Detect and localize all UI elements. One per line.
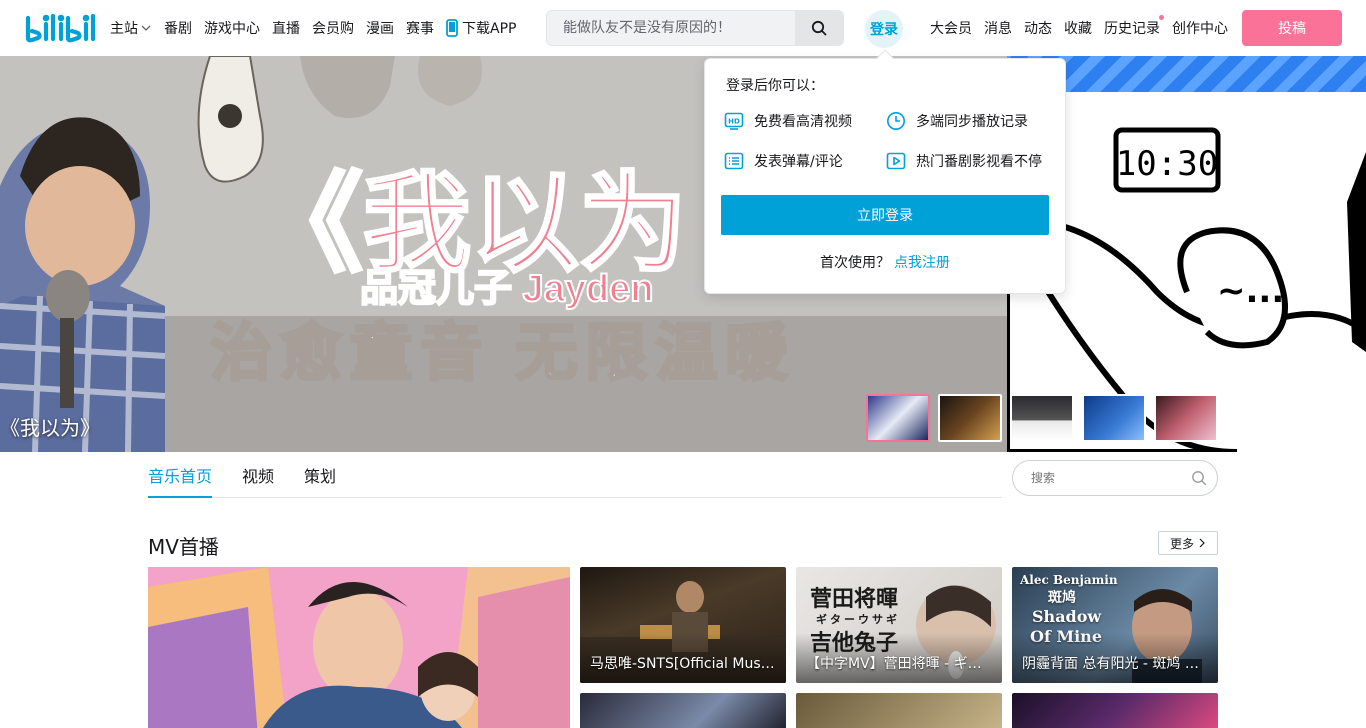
svg-text:HD: HD <box>728 118 740 126</box>
nav-item-game-center[interactable]: 游戏中心 <box>204 18 260 38</box>
nav-item-dynamics[interactable]: 动态 <box>1024 18 1052 38</box>
banner-thumbnails <box>866 394 1226 442</box>
mv-card-overlay-song-line1: Shadow <box>1032 607 1102 626</box>
tab-planning[interactable]: 策划 <box>304 463 336 497</box>
section-title-mv: MV首播 <box>148 535 219 559</box>
search-button[interactable] <box>795 11 843 45</box>
banner-carousel[interactable]: 《我以为 品冠儿子 Jayden 治愈童音 无限温暖 《我以为》 10:30 ~… <box>0 56 1366 452</box>
feature-hot-shows: 热门番剧影视看不停 <box>886 151 1042 171</box>
tab-video[interactable]: 视频 <box>242 463 274 497</box>
mv-card[interactable] <box>580 693 786 728</box>
banner-thumb-2[interactable] <box>938 394 1002 442</box>
phone-icon <box>446 19 458 37</box>
banner-title[interactable]: 《我以为》 <box>0 412 100 441</box>
feature-label: 多端同步播放记录 <box>916 114 1028 130</box>
nav-item-creator-center[interactable]: 创作中心 <box>1172 18 1228 38</box>
banner-thumb-5[interactable] <box>1154 394 1218 442</box>
search-icon[interactable] <box>1191 470 1207 486</box>
nav-item-favorites[interactable]: 收藏 <box>1064 18 1092 38</box>
register-prompt-text: 首次使用？ <box>820 255 890 271</box>
popover-title: 登录后你可以： <box>726 78 824 94</box>
search-box <box>546 10 844 46</box>
nav-item-esports[interactable]: 赛事 <box>406 18 434 38</box>
play-icon <box>886 152 906 170</box>
nav-item-live[interactable]: 直播 <box>272 18 300 38</box>
search-input[interactable] <box>547 11 797 45</box>
feature-label: 发表弹幕/评论 <box>754 154 843 170</box>
banner-thumb-3[interactable] <box>1010 394 1074 442</box>
speech-bubble-text: ~... <box>1217 271 1284 311</box>
banner-artwork-title: 《我以为 <box>255 163 687 284</box>
mv-card-title[interactable]: 阴霾背面 总有阳光 - 斑鸠 Alec Benjamin <box>1012 633 1218 683</box>
hd-icon: HD <box>724 112 744 130</box>
banner-artwork-tagline: 治愈童音 无限温暖 <box>210 319 795 388</box>
mv-card-overlay-artist-cn: 斑鸠 <box>1048 590 1076 606</box>
user-nav: 大会员 消息 动态 收藏 历史记录 创作中心 <box>930 0 1240 56</box>
nav-item-vip[interactable]: 大会员 <box>930 18 972 38</box>
nav-item-mall[interactable]: 会员购 <box>312 18 354 38</box>
mv-card-title[interactable]: 【中字MV】菅田将暉 - ギターウサギ <box>796 633 1002 683</box>
upload-button[interactable]: 投稿 <box>1242 10 1342 46</box>
mv-card-overlay-title: 菅田将暉 <box>810 586 899 612</box>
nav-label: 下载APP <box>462 21 517 37</box>
mv-card[interactable]: 马思唯-SNTS[Official Music Video] <box>580 567 786 683</box>
more-button[interactable]: 更多 <box>1158 531 1218 555</box>
register-prompt: 首次使用？ 点我注册 <box>705 252 1065 272</box>
register-link[interactable]: 点我注册 <box>894 255 950 271</box>
music-subnav: 音乐首页 视频 策划 <box>148 452 1002 498</box>
nav-label: 历史记录 <box>1104 21 1160 37</box>
feature-label: 热门番剧影视看不停 <box>916 154 1042 170</box>
banner-thumb-4[interactable] <box>1082 394 1146 442</box>
bilibili-logo[interactable] <box>24 12 96 44</box>
nav-label: 主站 <box>110 21 138 37</box>
mv-card-title[interactable]: 马思唯-SNTS[Official Music Video] <box>580 633 786 683</box>
mv-card[interactable] <box>796 693 1002 728</box>
clock-readout: 10:30 <box>1116 144 1218 184</box>
main-nav: 主站 番剧 游戏中心 直播 会员购 漫画 赛事 下载APP <box>110 0 528 56</box>
mv-card-overlay-artist: Alec Benjamin <box>1020 573 1118 587</box>
music-search-box <box>1012 460 1218 496</box>
top-header: 主站 番剧 游戏中心 直播 会员购 漫画 赛事 下载APP 登录 大会员 消息 … <box>0 0 1366 56</box>
login-popover: 登录后你可以： HD 免费看高清视频 多端同步播放记录 发表弹幕/评论 热门番剧… <box>704 49 1066 294</box>
tab-music-home[interactable]: 音乐首页 <box>148 463 213 498</box>
music-search-input[interactable] <box>1013 461 1183 495</box>
login-avatar[interactable]: 登录 <box>865 10 903 48</box>
nav-item-manga[interactable]: 漫画 <box>366 18 394 38</box>
mv-featured-card[interactable] <box>148 567 570 728</box>
nav-item-download-app[interactable]: 下载APP <box>446 18 516 38</box>
nav-item-history[interactable]: 历史记录 <box>1104 15 1164 38</box>
list-icon <box>724 152 744 170</box>
feature-comments: 发表弹幕/评论 <box>724 151 843 171</box>
nav-item-main-site[interactable]: 主站 <box>110 18 152 38</box>
mv-card[interactable] <box>1012 693 1218 728</box>
chevron-down-icon <box>141 25 151 31</box>
banner-thumb-1[interactable] <box>866 394 930 442</box>
nav-item-anime[interactable]: 番剧 <box>164 18 192 38</box>
mv-featured-thumbnail <box>148 567 570 728</box>
banner-artwork-artist: 品冠儿子 Jayden <box>360 268 654 310</box>
login-now-button[interactable]: 立即登录 <box>721 195 1049 235</box>
feature-label: 免费看高清视频 <box>754 114 852 130</box>
more-label: 更多 <box>1169 536 1194 551</box>
feature-hd-video: HD 免费看高清视频 <box>724 111 852 131</box>
mv-card[interactable]: Alec Benjamin 斑鸠 Shadow Of Mine 阴霾背面 总有阳… <box>1012 567 1218 683</box>
clock-icon <box>887 112 905 130</box>
mv-card[interactable]: 菅田将暉 ギターウサギ 吉他兔子 【中字MV】菅田将暉 - ギターウサギ <box>796 567 1002 683</box>
chevron-right-icon <box>1199 538 1205 548</box>
notification-dot <box>1159 15 1164 20</box>
nav-item-messages[interactable]: 消息 <box>984 18 1012 38</box>
search-icon <box>811 20 827 36</box>
feature-sync-history: 多端同步播放记录 <box>886 111 1028 131</box>
